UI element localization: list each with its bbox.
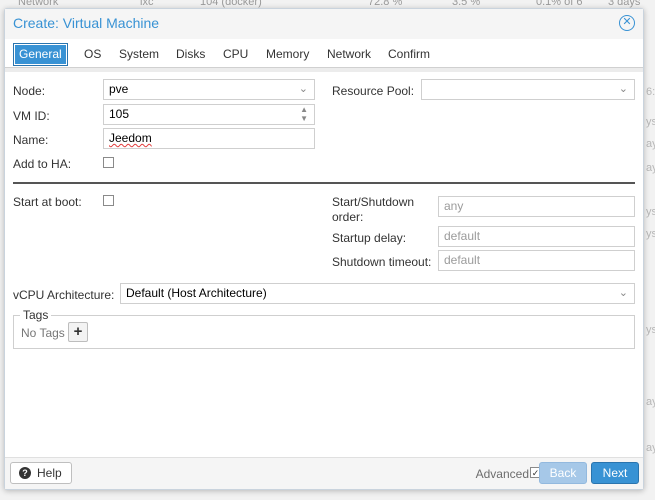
name-input[interactable]: Jeedom — [103, 128, 315, 149]
bg-fragment: 6:4 — [646, 86, 655, 98]
dialog-title: Create: Virtual Machine — [13, 15, 160, 31]
startup-delay-placeholder: default — [444, 229, 481, 243]
startup-delay-input[interactable]: default — [438, 226, 635, 247]
startup-delay-label: Startup delay: — [332, 231, 407, 245]
tags-legend: Tags — [20, 308, 52, 322]
start-at-boot-label: Start at boot: — [13, 195, 82, 209]
bg-cell-mem: 3.5 % — [452, 0, 481, 8]
shutdown-timeout-input[interactable]: default — [438, 250, 635, 271]
chevron-down-icon[interactable]: ⌄ — [299, 82, 308, 97]
next-button[interactable]: Next — [591, 462, 639, 484]
dialog-footer: ? Help Advanced ✓ Back Next — [5, 457, 643, 489]
bg-fragment: ays — [646, 138, 655, 150]
resource-pool-label: Resource Pool: — [332, 84, 415, 98]
node-select[interactable]: pve ⌄ — [103, 79, 315, 100]
name-value: Jeedom — [109, 131, 152, 145]
bg-fragment: ays — [646, 162, 655, 174]
bg-cell-id: 104 (docker) — [200, 0, 262, 8]
bg-cell-disk: 0.1% of 6 — [536, 0, 583, 8]
resource-pool-select[interactable]: ⌄ — [421, 79, 635, 100]
bg-fragment: ys — [646, 324, 655, 336]
vcpu-architecture-label: vCPU Architecture: — [13, 288, 115, 302]
vmid-label: VM ID: — [13, 109, 50, 123]
order-label-line1: Start/Shutdown — [332, 195, 415, 209]
bg-cell-type: lxc — [140, 0, 154, 8]
tab-cpu[interactable]: CPU — [217, 43, 254, 66]
dialog-title-bar[interactable]: Create: Virtual Machine ✕ — [5, 9, 643, 39]
back-button[interactable]: Back — [539, 462, 587, 484]
section-separator — [13, 182, 635, 184]
help-button[interactable]: ? Help — [10, 462, 72, 484]
chevron-down-icon[interactable]: ⌄ — [619, 82, 628, 97]
help-label: Help — [37, 466, 62, 480]
vcpu-architecture-value: Default (Host Architecture) — [126, 286, 267, 300]
advanced-label: Advanced — [475, 467, 529, 481]
add-tag-button[interactable]: + — [68, 322, 88, 342]
bg-fragment: ys — [646, 228, 655, 240]
spinner-arrows-icon[interactable]: ▲ ▼ — [300, 105, 308, 123]
tab-system[interactable]: System — [113, 43, 165, 66]
add-to-ha-label: Add to HA: — [13, 157, 72, 171]
shutdown-timeout-label: Shutdown timeout: — [332, 255, 432, 269]
tab-confirm[interactable]: Confirm — [382, 43, 436, 66]
tab-strip — [5, 67, 643, 72]
tab-network[interactable]: Network — [321, 43, 377, 66]
vmid-value: 105 — [109, 107, 130, 121]
start-shutdown-order-input[interactable]: any — [438, 196, 635, 217]
bg-fragment: ays — [646, 396, 655, 408]
add-to-ha-checkbox[interactable] — [103, 157, 114, 168]
shutdown-timeout-placeholder: default — [444, 253, 481, 267]
bg-cell-name: Network — [18, 0, 59, 8]
bg-cell-cpu: 72.8 % — [368, 0, 403, 8]
bg-fragment: ays — [646, 442, 655, 454]
vcpu-architecture-select[interactable]: Default (Host Architecture) ⌄ — [120, 283, 635, 304]
order-label-line2: order: — [332, 210, 364, 224]
create-vm-dialog: Create: Virtual Machine ✕ General OS Sys… — [4, 8, 644, 490]
tab-memory[interactable]: Memory — [260, 43, 315, 66]
bg-fragment: ys — [646, 206, 655, 218]
bg-cell-uptime: 3 days — [608, 0, 641, 8]
tags-fieldset: Tags No Tags + — [13, 308, 635, 349]
name-label: Name: — [13, 133, 49, 147]
question-circle-icon: ? — [19, 467, 31, 479]
close-icon[interactable]: ✕ — [619, 15, 635, 31]
chevron-down-icon[interactable]: ⌄ — [619, 286, 628, 301]
start-at-boot-checkbox[interactable] — [103, 195, 114, 206]
no-tags-text: No Tags — [21, 326, 65, 340]
order-placeholder: any — [444, 199, 464, 213]
tab-disks[interactable]: Disks — [170, 43, 211, 66]
plus-icon: + — [73, 323, 83, 340]
start-shutdown-order-label: Start/Shutdown order: — [332, 195, 414, 225]
bg-fragment: ys — [646, 116, 655, 128]
vmid-spinner[interactable]: 105 ▲ ▼ — [103, 104, 315, 125]
tab-os[interactable]: OS — [78, 43, 107, 66]
node-label: Node: — [13, 84, 46, 98]
tab-general[interactable]: General — [13, 43, 68, 66]
node-value: pve — [109, 82, 129, 96]
